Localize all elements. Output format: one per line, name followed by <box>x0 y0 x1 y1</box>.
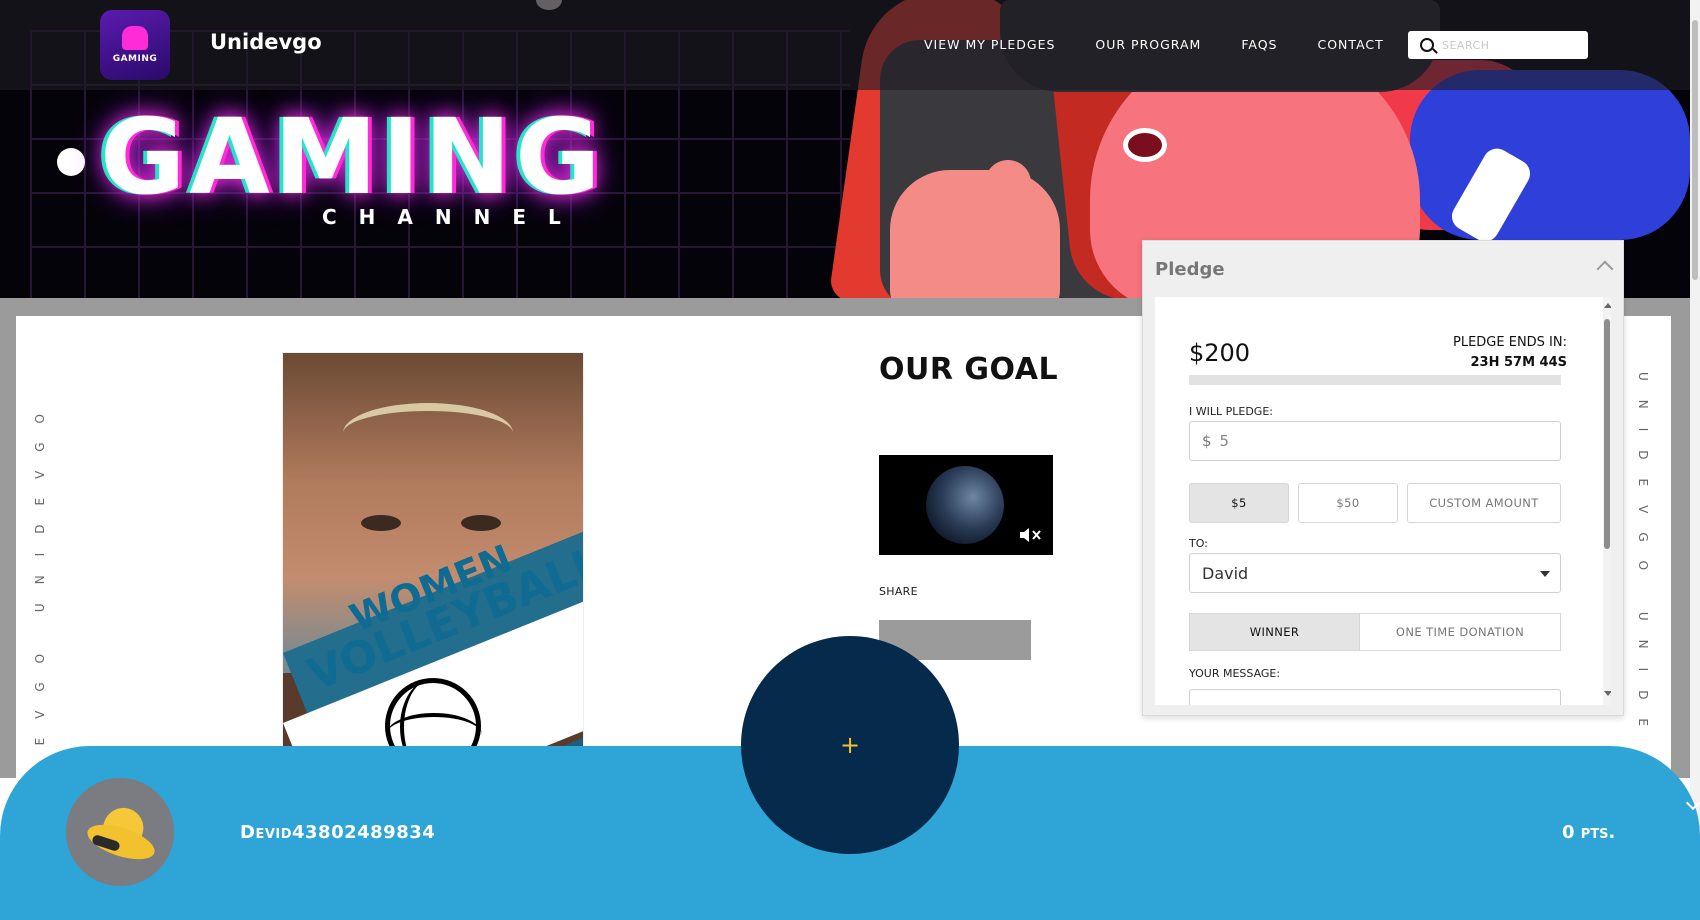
panel-scrollbar-thumb[interactable] <box>1604 319 1610 549</box>
points-display: 0 pts. <box>1562 822 1616 843</box>
hero-subtitle: CHANNEL <box>322 205 583 229</box>
nav-links: VIEW MY PLEDGES OUR PROGRAM FAQS CONTACT <box>924 37 1424 52</box>
brand-name[interactable]: Unidevgo <box>210 30 322 54</box>
earth-thumbnail <box>926 466 1004 544</box>
search-input[interactable] <box>1442 38 1572 52</box>
site-logo[interactable]: GAMING <box>100 10 170 80</box>
toggle-winner[interactable]: WINNER <box>1189 613 1360 651</box>
gamer-mascot-icon <box>122 26 148 50</box>
search-icon[interactable] <box>1420 38 1434 52</box>
nav-our-program[interactable]: OUR PROGRAM <box>1095 37 1201 52</box>
search-box[interactable] <box>1408 31 1588 59</box>
add-button[interactable]: + <box>741 636 959 854</box>
mute-icon[interactable] <box>1018 525 1042 545</box>
nav-contact[interactable]: CONTACT <box>1317 37 1383 52</box>
chip-50[interactable]: $50 <box>1298 483 1398 523</box>
top-navbar: GAMING Unidevgo VIEW MY PLEDGES OUR PROG… <box>0 0 1690 90</box>
chip-custom-amount[interactable]: CUSTOM AMOUNT <box>1407 483 1561 523</box>
scroll-down-arrow-icon[interactable] <box>1604 691 1611 696</box>
goal-title: OUR GOAL <box>879 352 1059 387</box>
page-scrollbar-thumb[interactable] <box>1692 20 1698 280</box>
message-label: YOUR MESSAGE: <box>1189 667 1281 680</box>
toggle-one-time-donation[interactable]: ONE TIME DONATION <box>1359 613 1561 651</box>
goal-video[interactable] <box>879 455 1053 555</box>
pledge-heading: Pledge <box>1155 259 1225 280</box>
decor-dot <box>57 148 85 176</box>
message-input[interactable] <box>1189 689 1561 705</box>
pledge-form: $200 PLEDGE ENDS IN: 23H 57M 44S I WILL … <box>1155 297 1611 705</box>
pledge-countdown: 23H 57M 44S <box>1470 355 1567 370</box>
nav-view-my-pledges[interactable]: VIEW MY PLEDGES <box>924 37 1055 52</box>
pledge-amount-input[interactable] <box>1219 432 1520 450</box>
recipient-value: David <box>1202 563 1249 583</box>
to-label: TO: <box>1189 537 1208 550</box>
currency-symbol: $ <box>1202 432 1212 450</box>
scroll-up-arrow-icon[interactable] <box>1604 303 1611 308</box>
campaign-poster: WOMEN VOLLEYBALL <box>282 352 584 752</box>
nav-faqs[interactable]: FAQS <box>1241 37 1277 52</box>
username: Devid43802489834 <box>240 822 436 843</box>
pledge-progress-bar <box>1189 375 1561 385</box>
plus-icon: + <box>839 731 861 759</box>
pledge-goal-amount: $200 <box>1189 339 1251 367</box>
pledge-panel: Pledge $200 PLEDGE ENDS IN: 23H 57M 44S … <box>1142 240 1624 716</box>
hero-title: GAMING <box>100 96 605 218</box>
will-pledge-label: I WILL PLEDGE: <box>1189 405 1273 418</box>
avatar[interactable] <box>66 778 174 886</box>
recipient-select[interactable]: David <box>1189 553 1561 593</box>
side-brand-text-right: UNIDEVGO UNIDE <box>1636 372 1650 746</box>
chevron-up-icon[interactable] <box>1596 260 1614 278</box>
pledge-amount-field[interactable]: $ <box>1189 421 1561 461</box>
share-label: SHARE <box>879 585 918 598</box>
chip-5[interactable]: $5 <box>1189 483 1289 523</box>
chevron-down-icon <box>1540 571 1550 577</box>
pledge-ends-label: PLEDGE ENDS IN: <box>1453 335 1567 350</box>
